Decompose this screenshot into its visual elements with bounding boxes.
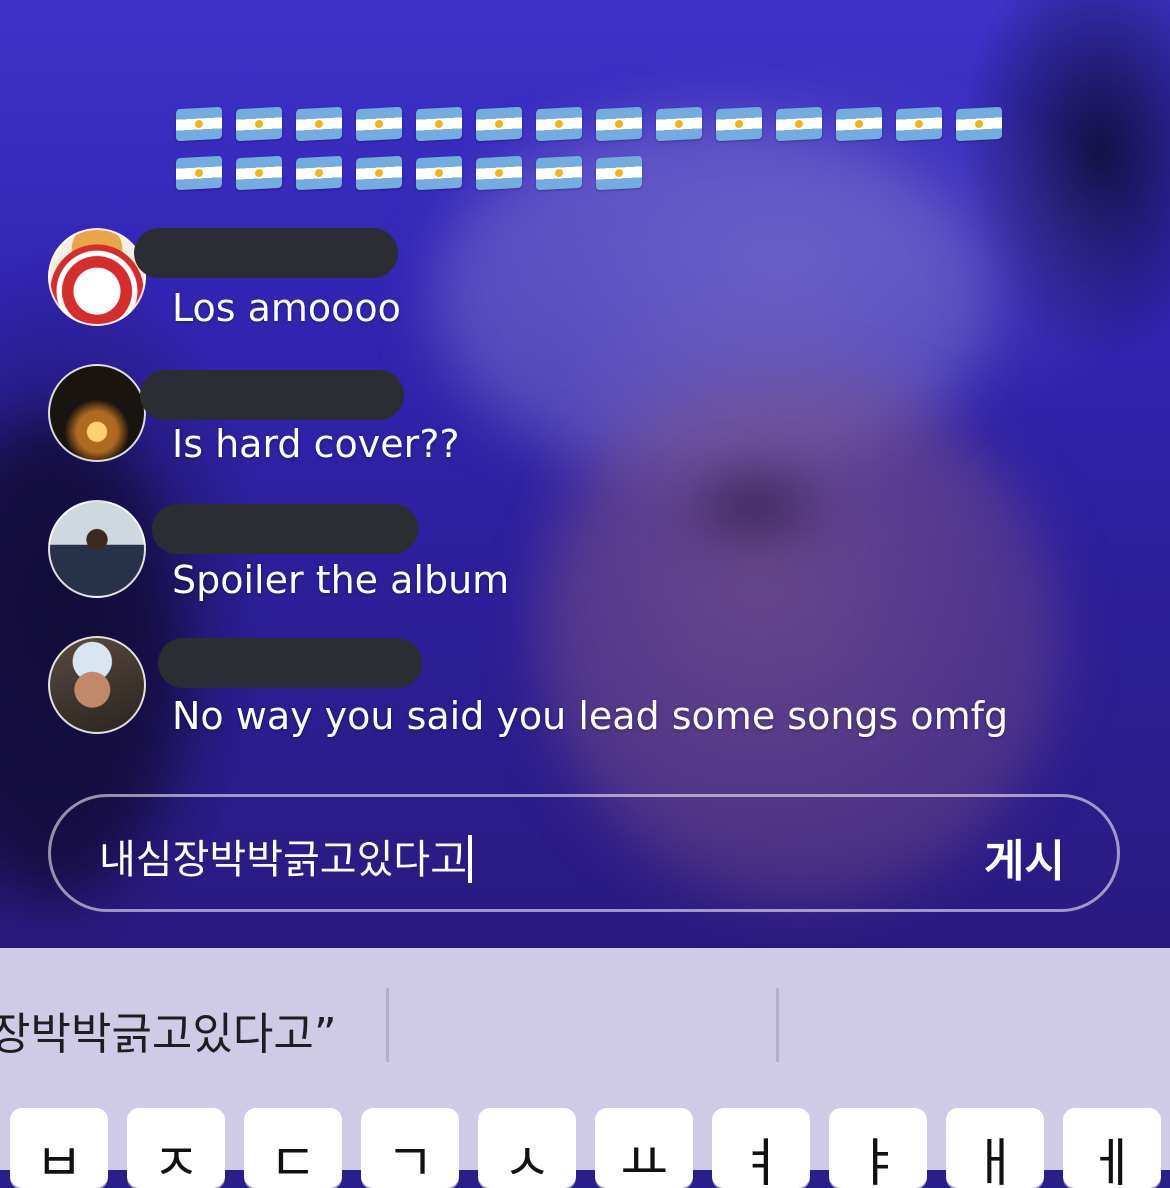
flag-emoji-reactions: [176, 106, 1036, 191]
avatar[interactable]: [48, 364, 146, 462]
argentina-flag-icon: [536, 106, 582, 142]
keyboard-key[interactable]: ㅐ: [946, 1108, 1044, 1188]
comment-input-value[interactable]: 내심장박박긁고있다고: [99, 827, 472, 886]
argentina-flag-icon: [536, 155, 582, 191]
korean-keyboard: 장박박긁고있다고” ㅂ ㅈ ㄷ ㄱ ㅅ ㅛ ㅕ ㅑ ㅐ ㅔ: [0, 948, 1170, 1188]
argentina-flag-icon: [596, 106, 642, 142]
comment-text: Los amoooo: [172, 286, 401, 330]
comment-item: Is hard cover??: [48, 364, 1148, 500]
comment-item: Los amoooo: [48, 228, 1148, 364]
argentina-flag-icon: [296, 155, 342, 191]
suggestion-divider: [386, 988, 389, 1062]
text-caret: [468, 835, 472, 883]
redacted-username: [152, 504, 418, 554]
argentina-flag-icon: [716, 106, 762, 142]
key-label: ㅐ: [971, 1134, 1019, 1188]
argentina-flag-icon: [476, 155, 522, 191]
suggestion-divider: [776, 988, 779, 1062]
argentina-flag-icon: [176, 155, 222, 191]
avatar[interactable]: [48, 500, 146, 598]
key-label: ㅈ: [152, 1134, 200, 1188]
keyboard-key-row: ㅂㅈㄷㄱㅅㅛㅕㅑㅐㅔ: [10, 1108, 1161, 1188]
post-button[interactable]: 게시: [984, 825, 1065, 889]
argentina-flag-icon: [836, 106, 882, 142]
comment-text: Is hard cover??: [172, 422, 460, 466]
argentina-flag-icon: [236, 106, 282, 142]
argentina-flag-icon: [356, 106, 402, 142]
key-label: ㅔ: [1088, 1134, 1136, 1188]
avatar[interactable]: [48, 636, 146, 734]
keyboard-key[interactable]: ㅑ: [829, 1108, 927, 1188]
redacted-username: [134, 228, 398, 278]
argentina-flag-icon: [416, 155, 462, 191]
argentina-flag-icon: [656, 106, 702, 142]
keyboard-key[interactable]: ㄱ: [361, 1108, 459, 1188]
redacted-username: [140, 370, 404, 420]
keyboard-key[interactable]: ㅔ: [1063, 1108, 1161, 1188]
key-label: ㅂ: [35, 1134, 83, 1188]
keyboard-key[interactable]: ㅛ: [595, 1108, 693, 1188]
key-label: ㅅ: [503, 1134, 551, 1188]
redacted-username: [158, 638, 422, 688]
predictive-suggestion[interactable]: 장박박긁고있다고”: [0, 998, 337, 1062]
argentina-flag-icon: [176, 106, 222, 142]
keyboard-key[interactable]: ㅈ: [127, 1108, 225, 1188]
comment-text: No way you said you lead some songs omfg: [172, 694, 1009, 738]
argentina-flag-icon: [236, 155, 282, 191]
avatar[interactable]: [48, 228, 146, 326]
key-label: ㄷ: [269, 1134, 317, 1188]
keyboard-key[interactable]: ㅂ: [10, 1108, 108, 1188]
key-label: ㅛ: [620, 1134, 668, 1188]
keyboard-key[interactable]: ㅕ: [712, 1108, 810, 1188]
argentina-flag-icon: [476, 106, 522, 142]
key-label: ㄱ: [386, 1134, 434, 1188]
comment-input-field[interactable]: 내심장박박긁고있다고 게시: [48, 794, 1120, 912]
argentina-flag-icon: [596, 155, 642, 191]
keyboard-key[interactable]: ㅅ: [478, 1108, 576, 1188]
argentina-flag-icon: [416, 106, 462, 142]
argentina-flag-icon: [956, 106, 1002, 142]
argentina-flag-icon: [896, 106, 942, 142]
argentina-flag-icon: [776, 106, 822, 142]
comment-item: Spoiler the album: [48, 500, 1148, 636]
live-comments-list: Los amoooo Is hard cover?? Spoiler the a…: [48, 228, 1148, 772]
keyboard-key[interactable]: ㄷ: [244, 1108, 342, 1188]
comment-item: No way you said you lead some songs omfg: [48, 636, 1148, 772]
key-label: ㅑ: [854, 1134, 902, 1188]
key-label: ㅕ: [737, 1134, 785, 1188]
argentina-flag-icon: [356, 155, 402, 191]
comment-text: Spoiler the album: [172, 558, 510, 602]
argentina-flag-icon: [296, 106, 342, 142]
